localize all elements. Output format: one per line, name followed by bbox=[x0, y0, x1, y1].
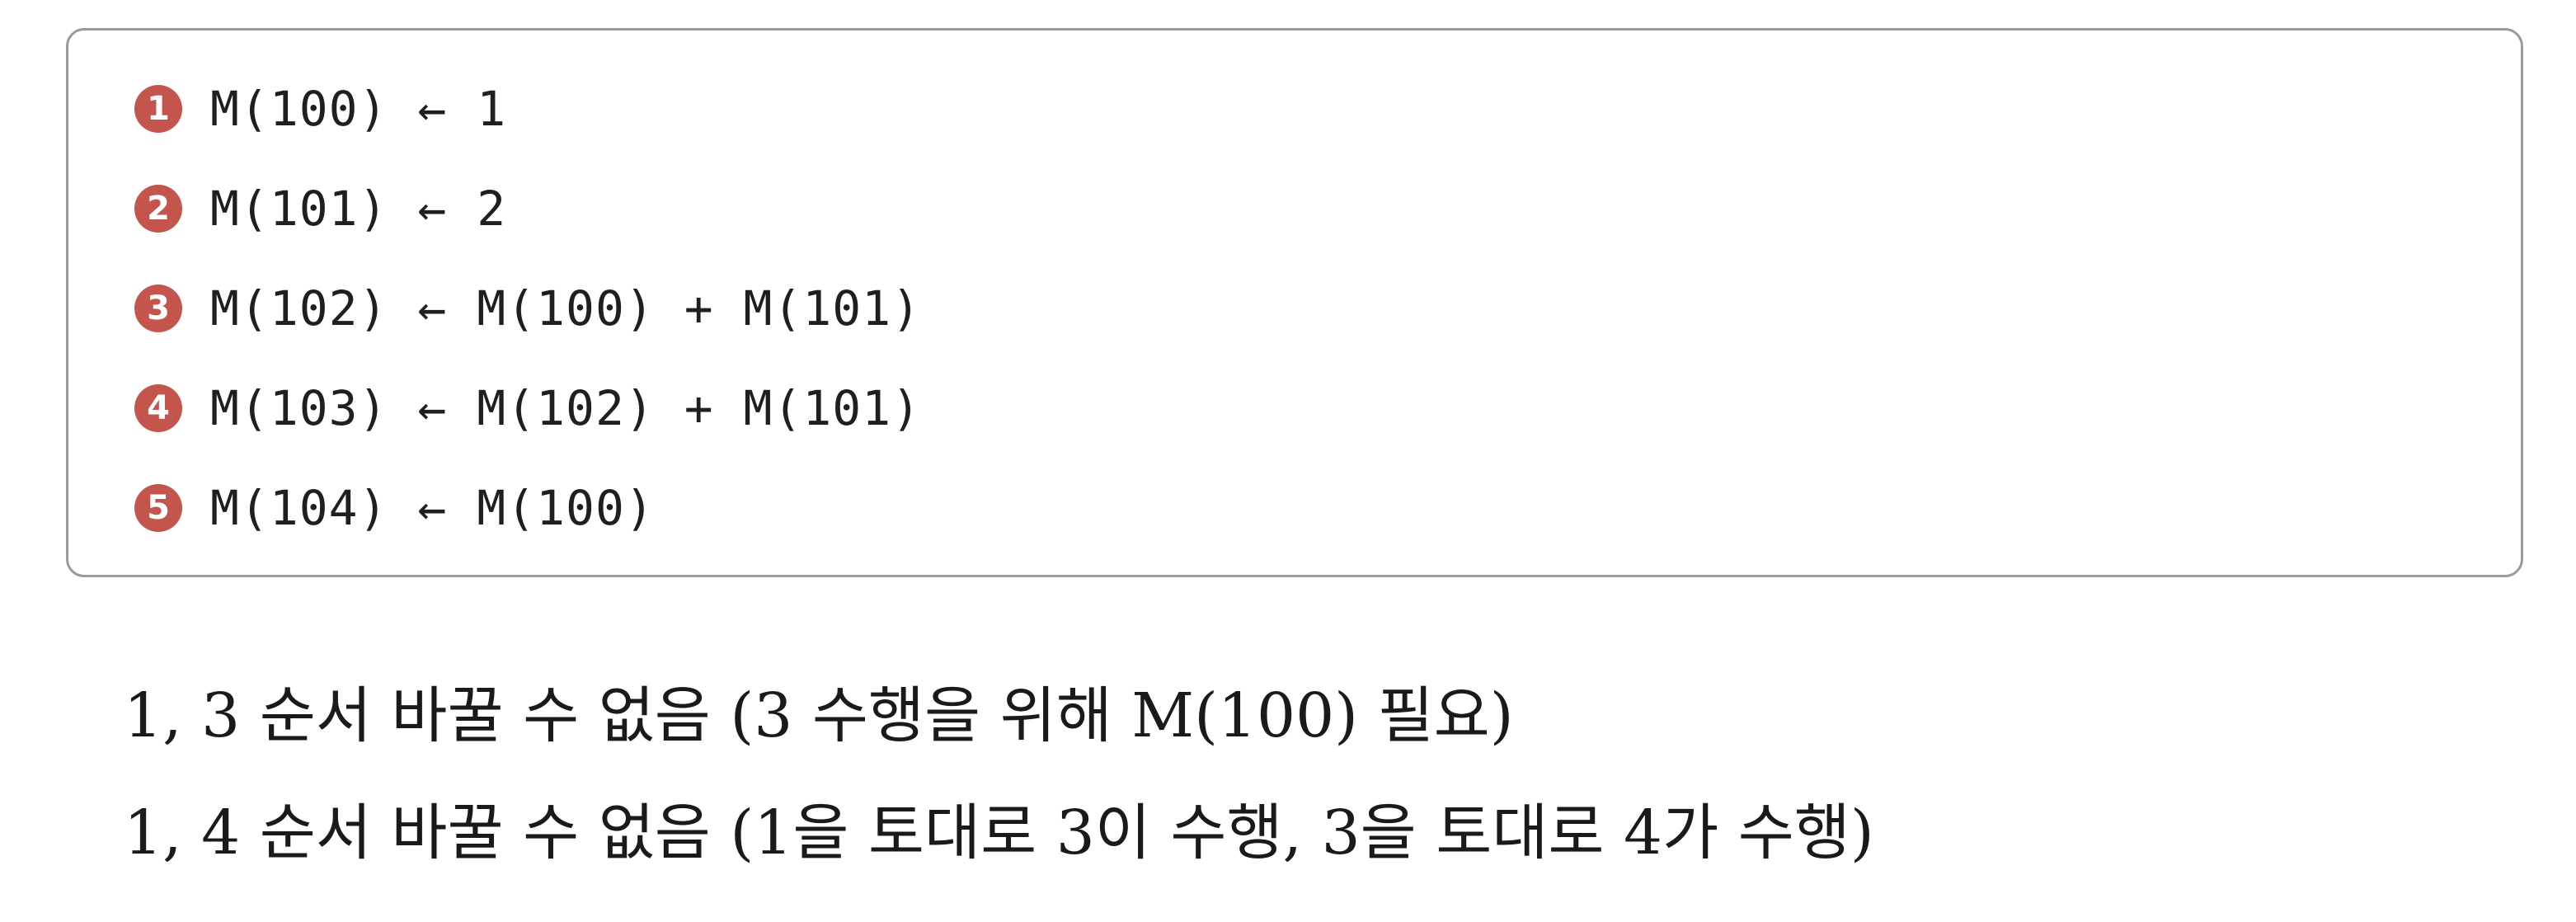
note-line-1: 1, 3 순서 바꿀 수 없음 (3 수행을 위해 M(100) 필요) bbox=[124, 680, 1514, 751]
step-number-badge: 2 bbox=[134, 185, 182, 233]
note-line-2: 1, 4 순서 바꿀 수 없음 (1을 토대로 3이 수행, 3을 토대로 4가… bbox=[124, 797, 1874, 868]
code-statement: M(100) ← 1 bbox=[210, 81, 507, 137]
code-line-4: 4 M(103) ← M(102) + M(101) bbox=[134, 375, 921, 441]
code-line-2: 2 M(101) ← 2 bbox=[134, 176, 506, 242]
code-statement: M(103) ← M(102) + M(101) bbox=[210, 380, 922, 436]
step-number-badge: 5 bbox=[134, 484, 182, 532]
code-statement: M(101) ← 2 bbox=[210, 181, 507, 237]
step-number-badge: 4 bbox=[134, 384, 182, 432]
step-number-badge: 3 bbox=[134, 285, 182, 332]
code-block: 1 M(100) ← 1 2 M(101) ← 2 3 M(102) ← M(1… bbox=[66, 28, 2523, 577]
code-line-1: 1 M(100) ← 1 bbox=[134, 76, 506, 142]
code-statement: M(104) ← M(100) bbox=[210, 480, 655, 536]
code-statement: M(102) ← M(100) + M(101) bbox=[210, 280, 922, 336]
code-line-5: 5 M(104) ← M(100) bbox=[134, 475, 655, 541]
step-number-badge: 1 bbox=[134, 85, 182, 133]
code-line-3: 3 M(102) ← M(100) + M(101) bbox=[134, 275, 921, 341]
